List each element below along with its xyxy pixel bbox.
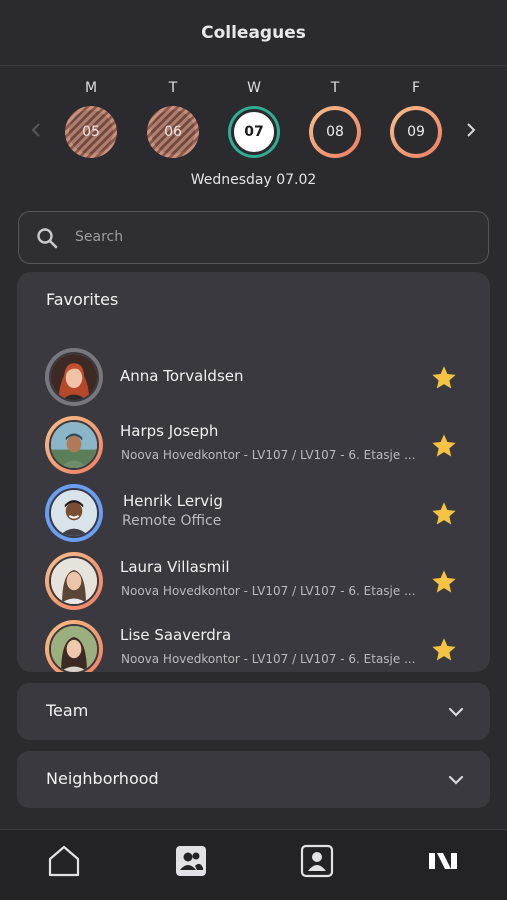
chevron-down-icon[interactable]	[446, 705, 466, 719]
search-icon	[37, 228, 58, 249]
avatar[interactable]	[45, 348, 103, 406]
day-number: 05	[69, 110, 113, 154]
person-location: Noova Hovedkontor - LV107 / LV107 - 6. E…	[121, 652, 416, 666]
neighborhood-section[interactable]: Neighborhood	[17, 751, 490, 808]
favorite-row[interactable]: Laura Villasmil Noova Hovedkontor - LV10…	[17, 550, 490, 612]
day-wednesday[interactable]: W 07	[224, 80, 284, 170]
favorite-row[interactable]: Lise Saaverdra Noova Hovedkontor - LV107…	[17, 618, 490, 672]
page-title: Colleagues	[201, 22, 306, 43]
star-icon[interactable]	[430, 432, 458, 460]
day-number: 06	[151, 110, 195, 154]
chevron-left-icon[interactable]	[24, 118, 48, 142]
favorites-title: Favorites	[46, 290, 119, 309]
day-letter: F	[411, 80, 421, 96]
favorites-card: Favorites Anna Torvaldsen Harps Joseph N…	[17, 272, 490, 672]
person-name: Anna Torvaldsen	[120, 367, 244, 385]
person-location: Noova Hovedkontor - LV107 / LV107 - 6. E…	[121, 584, 416, 598]
day-monday[interactable]: M 05	[61, 80, 121, 170]
team-label: Team	[46, 701, 89, 720]
day-tuesday[interactable]: T 06	[143, 80, 203, 170]
star-icon[interactable]	[430, 500, 458, 528]
day-thursday[interactable]: T 08	[305, 80, 365, 170]
person-name: Laura Villasmil	[120, 558, 230, 576]
person-name: Lise Saaverdra	[120, 626, 232, 644]
star-icon[interactable]	[430, 568, 458, 596]
person-name: Harps Joseph	[120, 422, 219, 440]
avatar[interactable]	[45, 484, 103, 542]
day-number: 07	[231, 109, 277, 155]
profile-icon[interactable]	[300, 844, 334, 878]
colleagues-icon[interactable]	[174, 844, 208, 878]
day-letter: T	[330, 80, 340, 96]
chevron-right-icon[interactable]	[459, 118, 483, 142]
selected-date-label: Wednesday 07.02	[190, 172, 317, 188]
star-icon[interactable]	[430, 364, 458, 392]
day-friday[interactable]: F 09	[386, 80, 446, 170]
star-icon[interactable]	[430, 636, 458, 664]
week-selector: M 05 T 06 W 07 T 08 F 09 Wednesday 07.02	[0, 66, 507, 196]
person-location: Remote Office	[122, 513, 222, 529]
avatar[interactable]	[45, 620, 103, 672]
day-letter: T	[168, 80, 178, 96]
search-input[interactable]	[75, 212, 475, 262]
favorite-row[interactable]: Harps Joseph Noova Hovedkontor - LV107 /…	[17, 414, 490, 476]
day-circle[interactable]: 05	[65, 106, 117, 158]
bottom-navigation	[0, 829, 507, 900]
favorite-row[interactable]: Henrik Lervig Remote Office	[17, 482, 490, 544]
person-name: Henrik Lervig	[123, 492, 223, 510]
neighborhood-label: Neighborhood	[46, 769, 159, 788]
search-bar[interactable]	[18, 211, 489, 264]
day-circle[interactable]: 09	[390, 106, 442, 158]
day-circle[interactable]: 06	[147, 106, 199, 158]
day-circle[interactable]: 08	[309, 106, 361, 158]
avatar[interactable]	[45, 416, 103, 474]
chevron-down-icon[interactable]	[446, 773, 466, 787]
team-section[interactable]: Team	[17, 683, 490, 740]
home-icon[interactable]	[47, 844, 81, 878]
day-circle[interactable]: 07	[228, 106, 280, 158]
person-location: Noova Hovedkontor - LV107 / LV107 - 6. E…	[121, 448, 416, 462]
avatar[interactable]	[45, 552, 103, 610]
noova-logo-icon[interactable]	[426, 844, 460, 878]
day-letter: M	[84, 80, 98, 96]
day-number: 08	[313, 110, 357, 154]
app-header: Colleagues	[0, 0, 507, 66]
day-letter: W	[247, 80, 261, 96]
favorite-row[interactable]: Anna Torvaldsen	[17, 346, 490, 408]
day-number: 09	[394, 110, 438, 154]
